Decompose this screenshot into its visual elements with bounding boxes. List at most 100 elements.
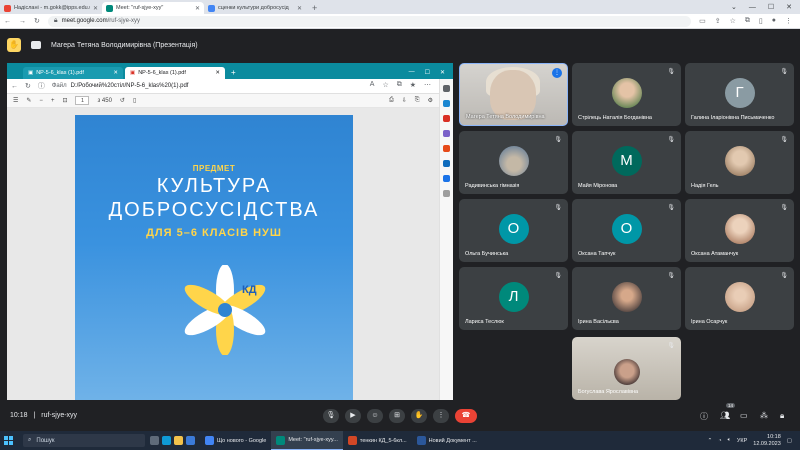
taskbar-pinned[interactable] [145,431,200,450]
participant-tile[interactable]: О 🎙︎ Ольга Бучинська [459,199,568,262]
rotate-icon[interactable]: ↺ [120,97,125,104]
meeting-controls: 10:18 | ruf-sjye-xyy 🎙︎ ▶ ☺ ⊞ ✋ ⋮ ☎ ⓘ 14… [0,401,800,431]
leave-call-button[interactable]: ☎ [455,409,477,423]
network-icon[interactable]: ◔ [718,438,721,444]
read-aloud-icon[interactable]: A [370,81,375,91]
participant-tile[interactable]: 🎙︎ Ірина Осарчук [685,267,794,330]
office-icon[interactable] [443,145,450,152]
star-icon[interactable]: ☆ [730,17,736,25]
minimize-icon[interactable]: — [749,4,756,11]
collections-icon[interactable]: ⧉ [397,81,402,91]
present-button[interactable]: ⊞ [389,409,405,423]
participant-tile-self[interactable]: 🎙︎ Богуслава Ярославівна [572,337,681,400]
view-icon[interactable]: ▯ [133,97,136,104]
presentation-icon[interactable]: ✋ [7,38,21,52]
participant-tile[interactable]: 🎙︎ Стрілець Наталія Богданівна [572,63,681,126]
save-as-icon[interactable]: ⎘ [415,97,420,104]
edge-tab-active[interactable]: ▣ NP-5-6_klas (1).pdf ✕ [125,67,225,79]
close-icon[interactable]: ✕ [93,5,98,12]
participant-name: Надія Гель [691,183,719,189]
raise-hand-button[interactable]: ✋ [411,409,427,423]
participant-tile[interactable]: 🎙︎ Радивинська гімназія [459,131,568,194]
host-controls-icon[interactable]: 🔒︎ [780,411,784,421]
close-window-icon[interactable]: ✕ [440,69,445,76]
settings-icon[interactable]: ⚙ [428,97,433,104]
chevron-down-icon[interactable]: ⌄ [731,3,737,11]
maximize-icon[interactable]: ☐ [425,69,430,76]
activities-icon[interactable]: ⁂ [760,411,768,420]
star-icon[interactable]: ☆ [382,81,388,91]
shopping-icon[interactable] [443,100,450,107]
edge-address-bar[interactable]: Файл D:/Робочий%20стіл/NP-5-6_klas%20(1).… [52,83,193,89]
volume-icon[interactable]: 🔈︎ [728,437,731,444]
new-tab-button[interactable]: + [227,67,240,79]
outlook-icon[interactable] [443,160,450,167]
chat-icon[interactable]: ▭ [740,411,748,420]
browser-tab-meet[interactable]: Meet: "ruf-sjye-xyy" ✕ [102,2,204,14]
taskbar-search[interactable]: ⌕ Пошук [23,434,145,447]
participant-tile[interactable]: М 🎙︎ Майя Міронова [572,131,681,194]
taskbar-app[interactable]: Що нового - Google [200,431,271,450]
taskbar-app[interactable]: Новий Документ ... [412,431,482,450]
camera-icon[interactable]: ▭ [699,17,706,25]
forward-icon[interactable]: → [19,18,26,25]
back-icon[interactable]: ← [11,83,18,90]
browser-tab-search[interactable]: сценки культури добросусід ✕ [204,2,306,14]
participant-tile[interactable]: 🎙︎ Оксана Атаманчук [685,199,794,262]
browser-tab-gmail[interactable]: Надіслані - m.gokk@ipps.edu.u ✕ [0,2,102,14]
participant-tile[interactable]: 🎙︎ Надія Гель [685,131,794,194]
search-icon[interactable] [443,85,450,92]
taskbar-app[interactable]: тенкин КД_5-6кл... [343,431,412,450]
edge-tab[interactable]: ▣ NP-5-6_klas (1).pdf ✕ [23,67,123,79]
menu-icon[interactable]: ☰ [13,97,18,104]
address-bar[interactable]: 🔒︎ meet.google.com/ruf-sjye-xyy [47,15,692,27]
drop-icon[interactable] [443,175,450,182]
emoji-button[interactable]: ☺ [367,409,383,423]
notifications-icon[interactable]: ▢ [787,438,792,444]
close-icon[interactable]: ✕ [215,70,220,76]
fit-page-icon[interactable]: ⊡ [62,97,67,104]
camera-button[interactable]: ▶ [345,409,361,423]
zoom-in-icon[interactable]: + [51,98,55,104]
profile-icon[interactable]: ● [772,17,776,25]
tools-icon[interactable] [443,115,450,122]
pdf-viewport[interactable]: ПРЕДМЕТ КУЛЬТУРА ДОБРОСУСІДСТВА ДЛЯ 5–6 … [7,108,439,400]
participant-tile-presenter[interactable]: ⋮ Магера Тетяна Володимирівна [459,63,568,126]
maximize-icon[interactable]: ☐ [768,3,774,11]
participant-tile[interactable]: О 🎙︎ Оксана Тапчук [572,199,681,262]
save-icon[interactable]: ⇩ [402,97,407,104]
extensions-icon[interactable]: ⧉ [745,17,750,25]
back-icon[interactable]: ← [4,18,11,25]
info-icon[interactable]: ⓘ [700,411,708,422]
close-icon[interactable]: ✕ [195,5,200,12]
chevron-up-icon[interactable]: ⌃ [708,438,713,444]
mic-button[interactable]: 🎙︎ [323,409,339,423]
participant-tile[interactable]: Л 🎙︎ Лариса Теслюк [459,267,568,330]
new-tab-button[interactable]: + [306,2,323,14]
taskbar-app-active[interactable]: Meet: "ruf-sjye-xyy... [271,431,343,450]
add-icon[interactable] [443,190,450,197]
favorites-icon[interactable]: ★ [410,81,416,91]
minimize-icon[interactable]: — [409,69,415,75]
language-indicator[interactable]: УКР [737,438,747,444]
more-options-button[interactable]: ⋮ [433,409,449,423]
page-number-input[interactable]: 1 [75,96,90,105]
more-icon[interactable]: ⋯ [424,81,431,91]
close-icon[interactable]: ✕ [297,5,302,12]
print-icon[interactable]: ⎙ [389,97,394,104]
draw-icon[interactable]: ✎ [26,97,31,104]
close-window-icon[interactable]: ✕ [786,3,792,11]
participant-tile[interactable]: Г 🎙︎ Галина Іларіонівна Письмаченко [685,63,794,126]
share-icon[interactable]: ⇪ [715,17,721,25]
windows-start-icon[interactable] [4,436,13,445]
more-icon[interactable]: ⋮ [785,17,792,25]
close-icon[interactable]: ✕ [113,70,118,76]
reload-icon[interactable]: ↻ [34,17,40,25]
games-icon[interactable] [443,130,450,137]
participant-tile[interactable]: 🎙︎ Ірина Васільєва [572,267,681,330]
zoom-out-icon[interactable]: − [39,98,43,104]
sidebar-icon[interactable]: ▯ [759,17,763,25]
clock[interactable]: 10:18 12.09.2023 [753,434,781,448]
people-icon[interactable]: 👥︎ [720,411,730,420]
reload-icon[interactable]: ↻ [25,82,31,90]
